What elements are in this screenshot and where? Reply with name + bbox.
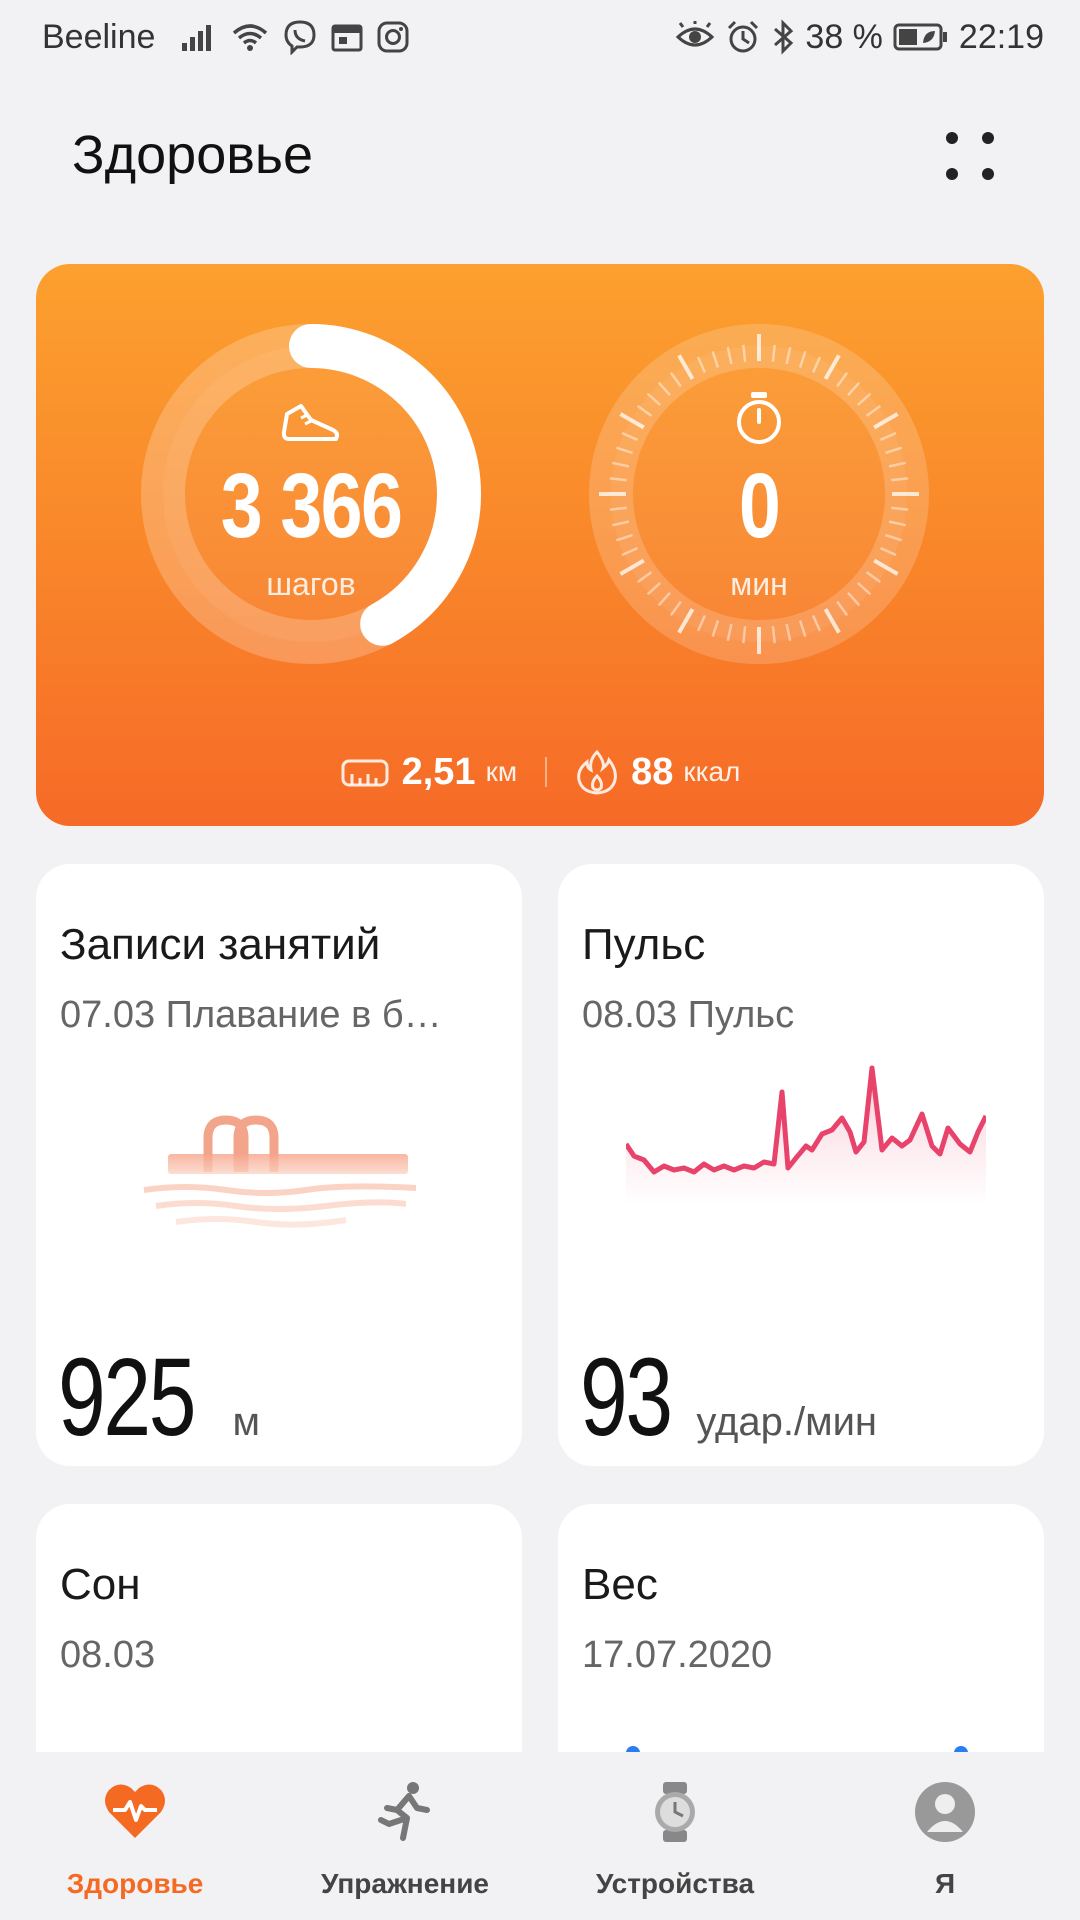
activity-distance-unit: м	[232, 1400, 261, 1444]
ruler-icon	[341, 759, 389, 787]
nav-label-health: Здоровье	[66, 1868, 204, 1899]
sleep-title: Сон	[60, 1560, 141, 1609]
distance-value: 2,51	[401, 750, 476, 793]
nav-tab-exercise[interactable]: Упражнение	[270, 1752, 540, 1920]
activity-records-card[interactable]: Записи занятий 07.03 Плавание в б… 925 м	[36, 864, 522, 1466]
signal-icon	[182, 25, 211, 51]
heart-rate-subtitle: 08.03 Пульс	[582, 994, 795, 1036]
activity-distance-value: 925	[58, 1336, 196, 1459]
minutes-unit: мин	[730, 566, 788, 602]
steps-value: 3 366	[220, 455, 403, 557]
carrier-name: Beeline	[42, 18, 156, 56]
calories-value: 88	[631, 750, 674, 793]
instagram-icon	[377, 21, 409, 53]
heart-rate-title: Пульс	[582, 920, 706, 969]
battery-percent: 38 %	[805, 17, 883, 56]
grid-dots-icon[interactable]	[930, 120, 1010, 200]
clock-time: 22:19	[958, 17, 1044, 56]
eye-icon	[676, 21, 715, 47]
nav-label-me: Я	[934, 1868, 956, 1899]
steps-ring[interactable]: 3 366 шагов	[131, 314, 491, 674]
runner-icon	[378, 1782, 430, 1841]
minutes-value: 0	[738, 455, 781, 557]
distance-unit: км	[485, 756, 518, 787]
weight-date: 17.07.2020	[582, 1634, 773, 1676]
profile-icon	[915, 1782, 975, 1842]
bottom-navigation: Здоровье Упражнение Устройства Я	[0, 1752, 1080, 1920]
nav-label-devices: Устройства	[595, 1868, 755, 1899]
sneaker-icon	[281, 404, 339, 441]
calendar-icon	[331, 24, 363, 52]
status-bar: Beeline 38 % 22:19	[0, 0, 1080, 74]
bluetooth-icon	[774, 19, 794, 55]
pool-icon	[143, 1115, 417, 1228]
heart-pulse-icon	[105, 1784, 165, 1838]
heart-rate-value: 93	[580, 1336, 673, 1459]
wifi-icon	[232, 24, 268, 51]
weight-title: Вес	[582, 1560, 658, 1609]
battery-icon	[893, 23, 947, 51]
minutes-ring[interactable]: 0 мин	[579, 314, 939, 674]
activity-records-title: Записи занятий	[60, 920, 381, 969]
alarm-icon	[728, 20, 759, 53]
hero-stats-row: 2,51 км 88 ккал	[36, 742, 1044, 802]
nav-tab-devices[interactable]: Устройства	[540, 1752, 810, 1920]
heart-rate-sparkline	[626, 1065, 986, 1204]
calories-unit: ккал	[683, 756, 741, 787]
nav-label-exercise: Упражнение	[321, 1868, 489, 1899]
activity-records-subtitle: 07.03 Плавание в б…	[60, 994, 442, 1036]
activity-summary-card[interactable]: 3 366 шагов 0 мин 2,51 км 88 ккал	[36, 264, 1044, 826]
flame-icon	[577, 749, 617, 795]
sleep-date: 08.03	[60, 1634, 156, 1676]
watch-icon	[655, 1782, 695, 1842]
stopwatch-icon	[737, 392, 781, 444]
page-title: Здоровье	[72, 125, 314, 185]
heart-rate-unit: удар./мин	[696, 1400, 878, 1444]
heart-rate-card[interactable]: Пульс 08.03 Пульс 93 удар./мин	[558, 864, 1044, 1466]
nav-tab-me[interactable]: Я	[810, 1752, 1080, 1920]
stats-divider	[545, 757, 548, 787]
viber-icon	[284, 20, 316, 55]
nav-tab-health[interactable]: Здоровье	[0, 1752, 270, 1920]
steps-unit: шагов	[266, 566, 356, 602]
